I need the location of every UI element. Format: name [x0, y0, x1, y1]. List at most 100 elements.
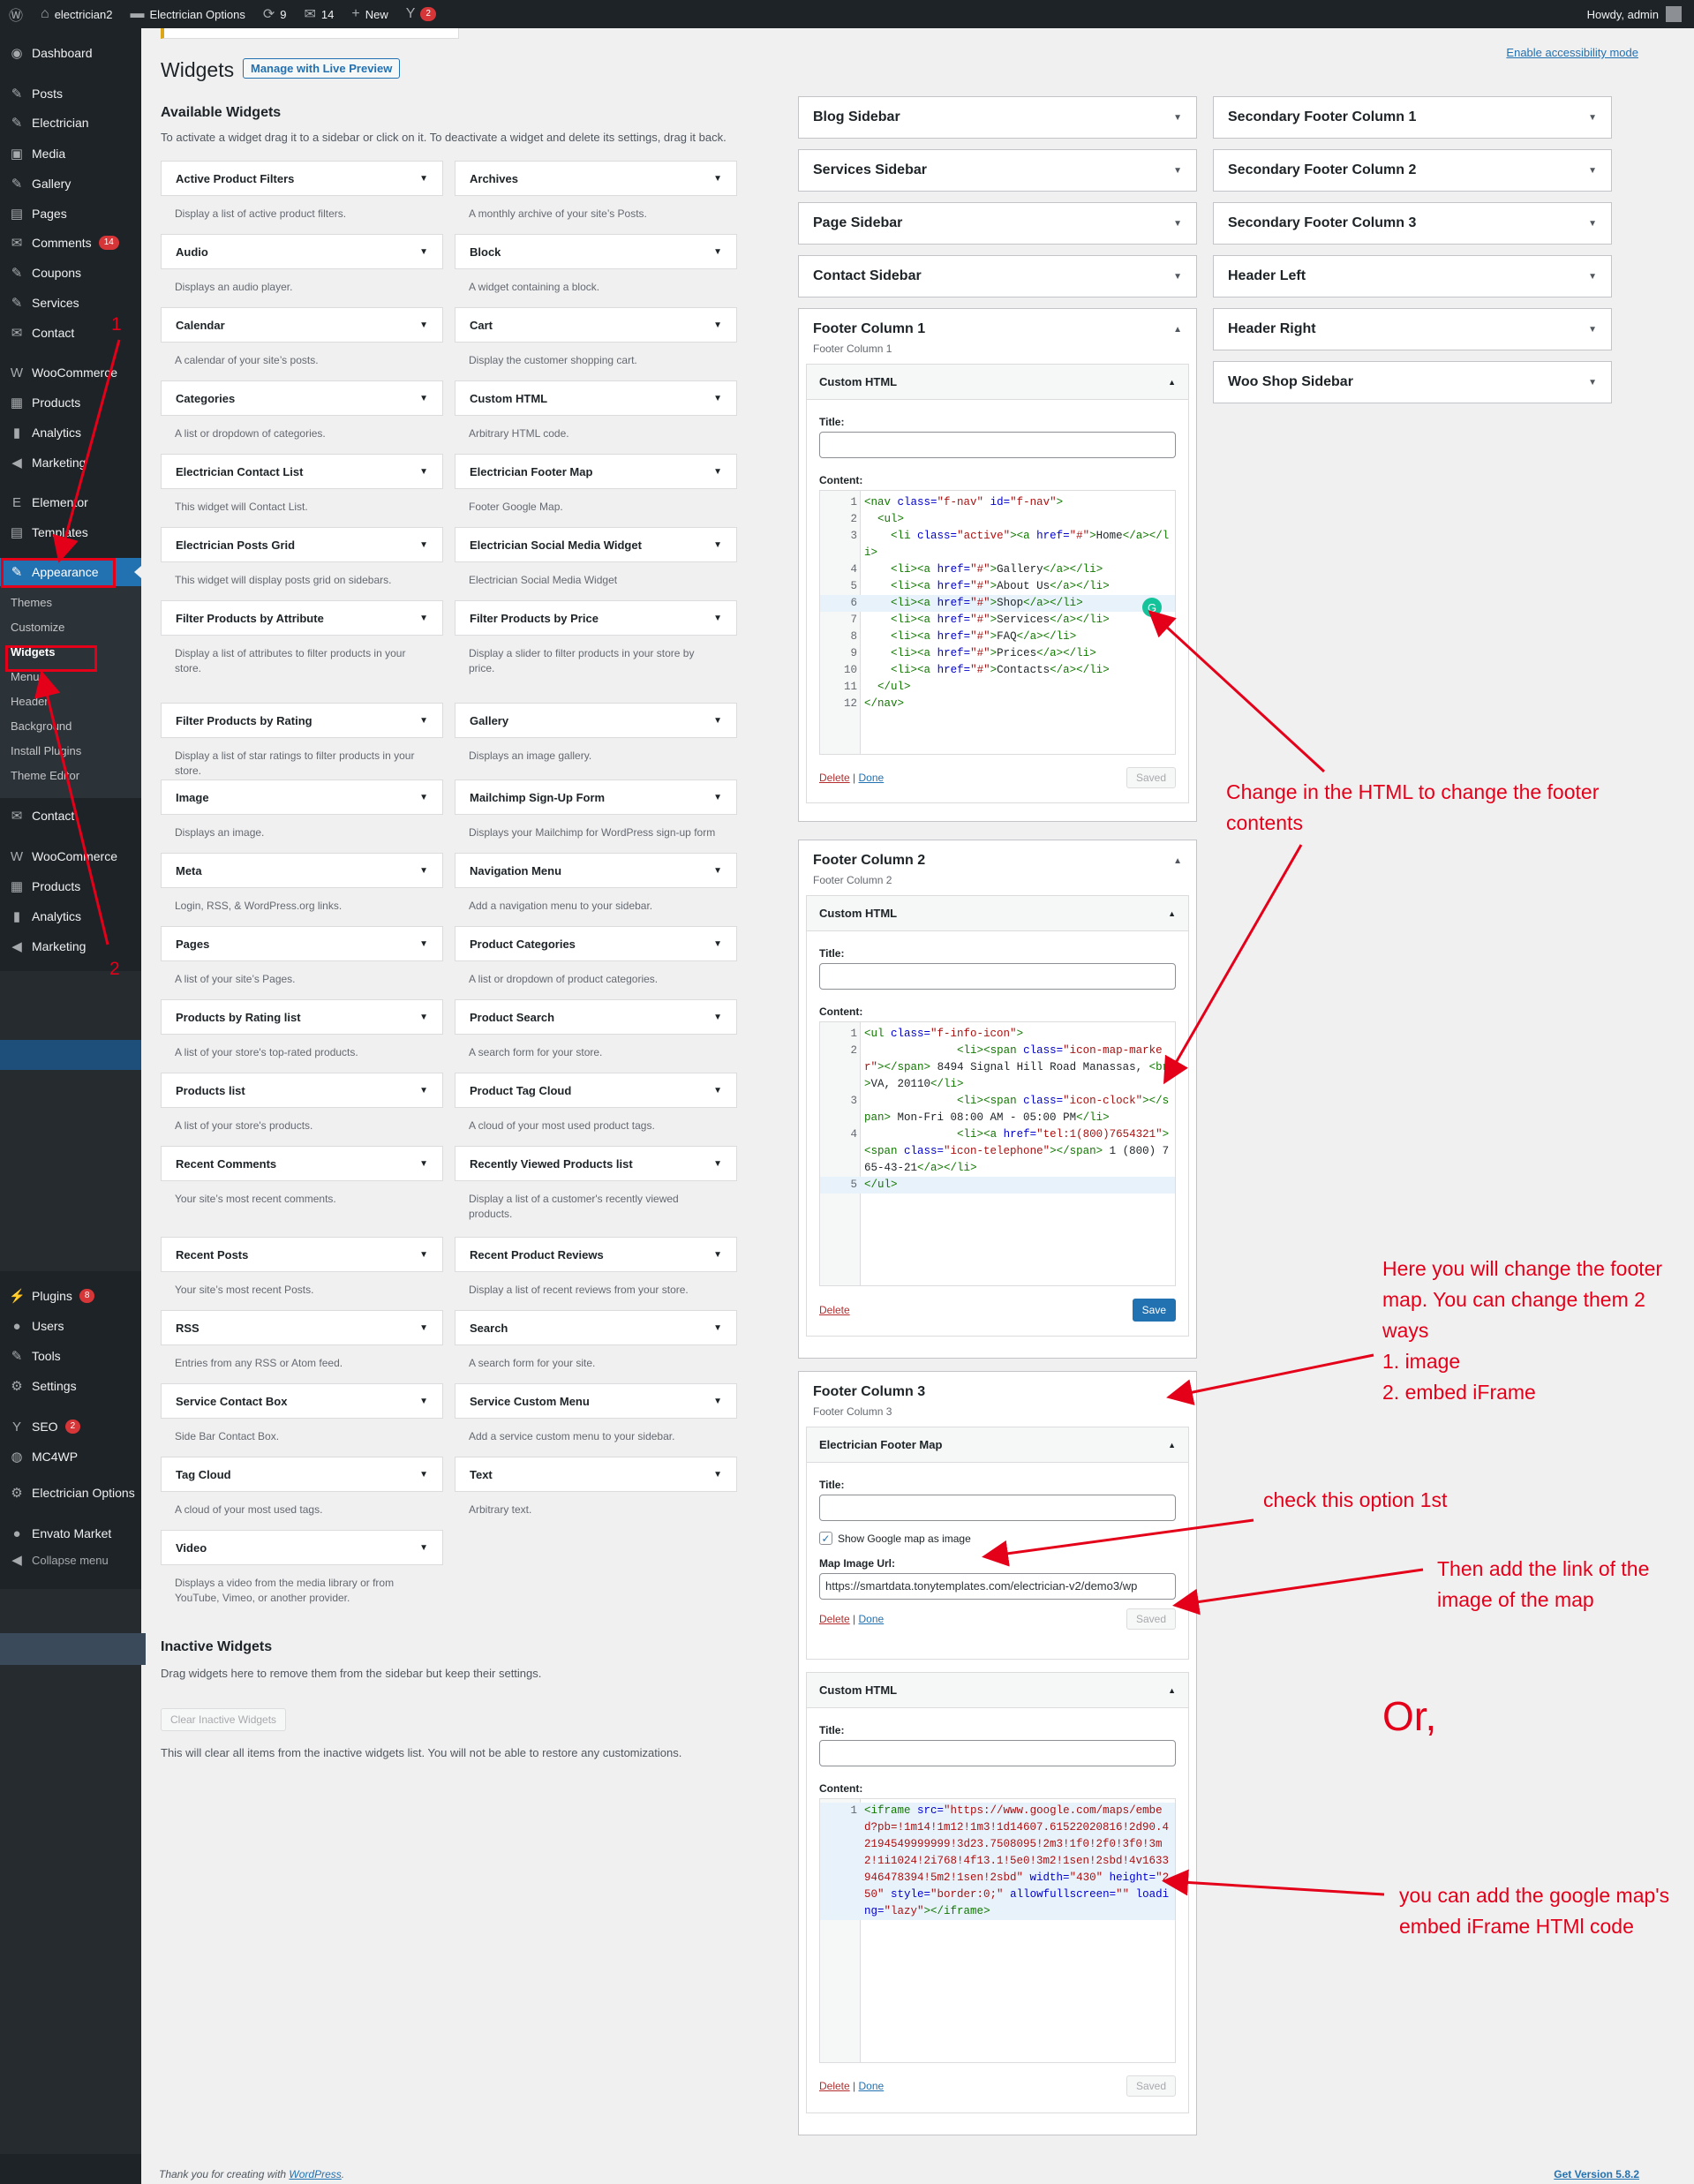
- expand-arrow-icon[interactable]: ▼: [419, 540, 428, 550]
- area-header[interactable]: Secondary Footer Column 3 ▼: [1214, 203, 1611, 244]
- widget-mailchimp-sign-up-form[interactable]: Mailchimp Sign-Up Form ▼: [455, 779, 737, 815]
- submenu-themes[interactable]: Themes: [0, 591, 141, 614]
- widget-electrician-posts-grid[interactable]: Electrician Posts Grid ▼: [161, 527, 443, 562]
- collapse-arrow-icon[interactable]: ▲: [1173, 325, 1182, 335]
- widget-recent-comments[interactable]: Recent Comments ▼: [161, 1146, 443, 1181]
- widget-navigation-menu[interactable]: Navigation Menu ▼: [455, 853, 737, 888]
- widget-meta[interactable]: Meta ▼: [161, 853, 443, 888]
- saved-button[interactable]: Saved: [1126, 1608, 1176, 1630]
- expand-arrow-icon[interactable]: ▼: [419, 247, 428, 257]
- wordpress-link[interactable]: WordPress: [289, 2168, 341, 2180]
- collapse-arrow-icon[interactable]: ▲: [1168, 909, 1176, 918]
- widget-video[interactable]: Video ▼: [161, 1530, 443, 1565]
- expand-arrow-icon[interactable]: ▼: [419, 1159, 428, 1169]
- delete-link[interactable]: Delete: [819, 1304, 850, 1316]
- widget-product-tag-cloud[interactable]: Product Tag Cloud ▼: [455, 1073, 737, 1108]
- expand-arrow-icon[interactable]: ▼: [419, 1250, 428, 1260]
- submenu-background[interactable]: Background: [0, 714, 141, 737]
- done-link[interactable]: Done: [859, 2080, 885, 2092]
- widget-area-page-sidebar[interactable]: Page Sidebar ▼: [798, 202, 1197, 245]
- collapse-arrow-icon[interactable]: ▲: [1168, 1441, 1176, 1450]
- site-name-link[interactable]: ⌂ electrician2: [32, 0, 121, 28]
- sidebar-item-analytics-2[interactable]: ▮ Analytics: [0, 902, 141, 930]
- expand-arrow-icon[interactable]: ▼: [713, 939, 722, 949]
- area-header[interactable]: Secondary Footer Column 1 ▼: [1214, 97, 1611, 138]
- widget-product-categories[interactable]: Product Categories ▼: [455, 926, 737, 961]
- area-header[interactable]: Woo Shop Sidebar ▼: [1214, 362, 1611, 403]
- expand-arrow-icon[interactable]: ▼: [419, 614, 428, 623]
- show-map-as-image-option[interactable]: ✓ Show Google map as image: [819, 1532, 1176, 1545]
- grammarly-icon[interactable]: G: [1142, 598, 1162, 617]
- widget-products-list[interactable]: Products list ▼: [161, 1073, 443, 1108]
- widget-area-blog-sidebar[interactable]: Blog Sidebar ▼: [798, 96, 1197, 139]
- sidebar-item-mc4wp[interactable]: ◍ MC4WP: [0, 1442, 141, 1471]
- expand-arrow-icon[interactable]: ▼: [713, 1250, 722, 1260]
- sidebar-item-media[interactable]: ▣ Media: [0, 139, 141, 168]
- widget-recently-viewed-products-list[interactable]: Recently Viewed Products list ▼: [455, 1146, 737, 1181]
- sidebar-item-elementor[interactable]: E Elementor: [0, 488, 141, 516]
- sidebar-item-pages[interactable]: ▤ Pages: [0, 200, 141, 228]
- widget-cart[interactable]: Cart ▼: [455, 307, 737, 343]
- widget-filter-products-by-attribute[interactable]: Filter Products by Attribute ▼: [161, 600, 443, 636]
- accessibility-mode-link[interactable]: Enable accessibility mode: [1506, 46, 1638, 59]
- delete-link[interactable]: Delete: [819, 772, 850, 784]
- show-map-as-image-checkbox[interactable]: ✓: [819, 1532, 832, 1545]
- expand-arrow-icon[interactable]: ▼: [713, 793, 722, 802]
- widget-area-header-right[interactable]: Header Right ▼: [1213, 308, 1612, 350]
- title-input[interactable]: [819, 963, 1176, 990]
- widget-recent-posts[interactable]: Recent Posts ▼: [161, 1237, 443, 1272]
- expand-arrow-icon[interactable]: ▼: [713, 540, 722, 550]
- expand-arrow-icon[interactable]: ▼: [713, 1013, 722, 1022]
- sidebar-item-marketing-2[interactable]: ◀ Marketing: [0, 932, 141, 960]
- widget-area-woo-shop-sidebar[interactable]: Woo Shop Sidebar ▼: [1213, 361, 1612, 403]
- widget-calendar[interactable]: Calendar ▼: [161, 307, 443, 343]
- sidebar-item-plugins[interactable]: ⚡ Plugins 8: [0, 1282, 141, 1310]
- widget-gallery[interactable]: Gallery ▼: [455, 703, 737, 738]
- area-header[interactable]: Header Right ▼: [1214, 309, 1611, 350]
- expand-arrow-icon[interactable]: ▼: [1588, 219, 1597, 229]
- widget-header[interactable]: Custom HTML ▲: [807, 896, 1188, 931]
- submenu-customize[interactable]: Customize: [0, 615, 141, 638]
- expand-arrow-icon[interactable]: ▼: [419, 1013, 428, 1022]
- widget-electrician-footer-map[interactable]: Electrician Footer Map ▼: [455, 454, 737, 489]
- sidebar-item-services[interactable]: ✎ Services: [0, 289, 141, 317]
- sidebar-item-analytics[interactable]: ▮ Analytics: [0, 418, 141, 447]
- widget-area-secondary-footer-column-3[interactable]: Secondary Footer Column 3 ▼: [1213, 202, 1612, 245]
- area-header[interactable]: Contact Sidebar ▼: [799, 256, 1196, 297]
- sidebar-item-envato-market[interactable]: ● Envato Market: [0, 1519, 141, 1548]
- expand-arrow-icon[interactable]: ▼: [419, 1086, 428, 1096]
- expand-arrow-icon[interactable]: ▼: [419, 793, 428, 802]
- sidebar-item-products[interactable]: ▦ Products: [0, 388, 141, 417]
- sidebar-item-seo[interactable]: Y SEO 2: [0, 1412, 141, 1441]
- expand-arrow-icon[interactable]: ▼: [713, 467, 722, 477]
- expand-arrow-icon[interactable]: ▼: [713, 1397, 722, 1406]
- collapse-arrow-icon[interactable]: ▲: [1168, 1686, 1176, 1695]
- widget-custom-html[interactable]: Custom HTML ▼: [455, 380, 737, 416]
- sidebar-item-electrician-options[interactable]: ⚙ Electrician Options: [0, 1479, 141, 1507]
- updates-link[interactable]: ⟳ 9: [254, 0, 296, 28]
- expand-arrow-icon[interactable]: ▼: [713, 614, 722, 623]
- expand-arrow-icon[interactable]: ▼: [1173, 272, 1182, 282]
- area-header[interactable]: Services Sidebar ▼: [799, 150, 1196, 191]
- new-content-link[interactable]: + New: [343, 0, 396, 28]
- area-header[interactable]: Secondary Footer Column 2 ▼: [1214, 150, 1611, 191]
- sidebar-item-templates[interactable]: ▤ Templates: [0, 518, 141, 546]
- expand-arrow-icon[interactable]: ▼: [713, 174, 722, 184]
- expand-arrow-icon[interactable]: ▼: [419, 1470, 428, 1480]
- submenu-theme-editor[interactable]: Theme Editor: [0, 764, 141, 787]
- my-account[interactable]: Howdy, admin: [1587, 6, 1694, 22]
- clear-inactive-widgets-button[interactable]: Clear Inactive Widgets: [161, 1708, 287, 1731]
- expand-arrow-icon[interactable]: ▼: [419, 1543, 428, 1553]
- widget-pages[interactable]: Pages ▼: [161, 926, 443, 961]
- expand-arrow-icon[interactable]: ▼: [419, 394, 428, 403]
- widget-audio[interactable]: Audio ▼: [161, 234, 443, 269]
- expand-arrow-icon[interactable]: ▼: [713, 1323, 722, 1333]
- expand-arrow-icon[interactable]: ▼: [419, 320, 428, 330]
- widget-electrician-contact-list[interactable]: Electrician Contact List ▼: [161, 454, 443, 489]
- widget-area-services-sidebar[interactable]: Services Sidebar ▼: [798, 149, 1197, 192]
- delete-link[interactable]: Delete: [819, 1613, 850, 1625]
- widget-header[interactable]: Custom HTML ▲: [807, 1673, 1188, 1708]
- title-input[interactable]: [819, 432, 1176, 458]
- expand-arrow-icon[interactable]: ▼: [713, 1086, 722, 1096]
- widget-electrician-social-media-widget[interactable]: Electrician Social Media Widget ▼: [455, 527, 737, 562]
